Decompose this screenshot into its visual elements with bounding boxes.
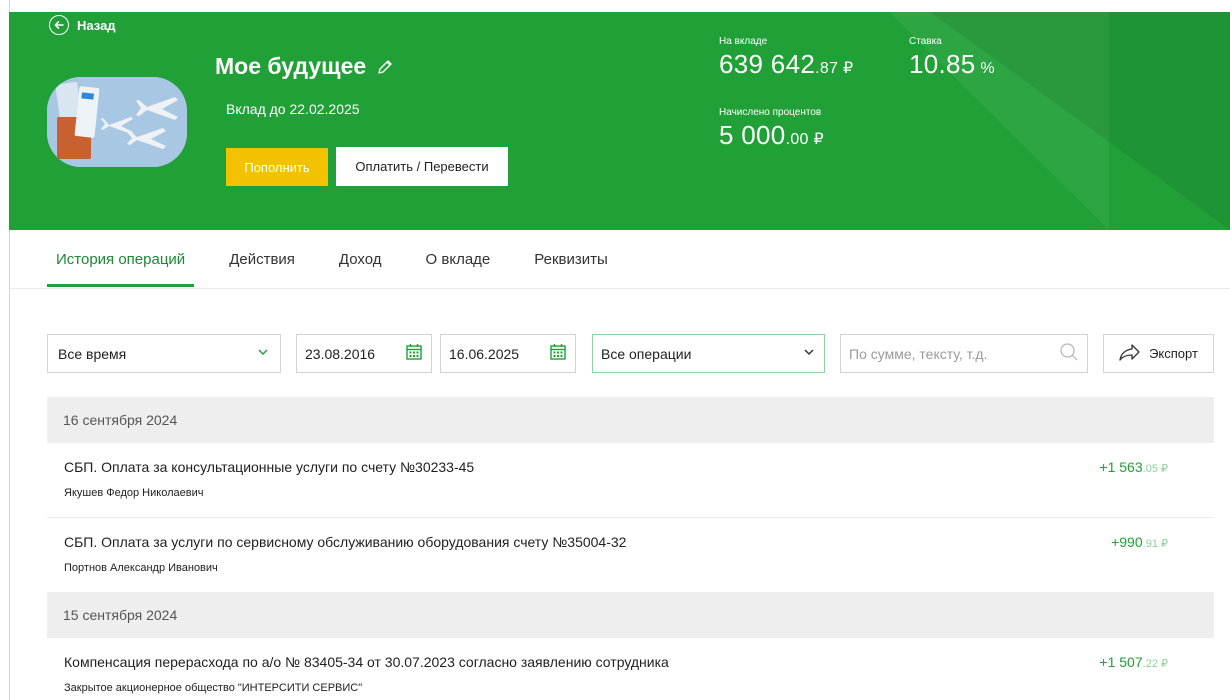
interest-value: 5 000.00 ₽	[719, 120, 824, 150]
operation-counterparty: Портнов Александр Иванович	[64, 562, 218, 574]
operations-select-value: Все операции	[601, 345, 692, 362]
tab-about[interactable]: О вкладе	[417, 231, 500, 287]
rate-label: Ставка	[909, 36, 942, 47]
tab-history[interactable]: История операций	[47, 231, 195, 287]
deposit-header: Назад Мое будущее Вклад до 22.02.2025 По…	[9, 12, 1230, 230]
operation-counterparty: Закрытое акционерное общество "ИНТЕРСИТИ…	[64, 682, 363, 694]
balance-stat: На вкладе 639 642.87 ₽	[719, 36, 853, 80]
date-from-value: 23.08.2016	[305, 345, 376, 362]
deposit-title: Мое будущее	[215, 53, 394, 80]
operation-title: Компенсация перерасхода по а/о № 83405-3…	[64, 654, 669, 670]
chevron-down-icon	[802, 345, 816, 362]
operation-row[interactable]: СБП. Оплата за консультационные услуги п…	[47, 443, 1214, 518]
date-to-value: 16.06.2025	[449, 345, 520, 362]
operation-title: СБП. Оплата за услуги по сервисному обсл…	[64, 534, 627, 550]
operation-title: СБП. Оплата за консультационные услуги п…	[64, 459, 475, 475]
operation-amount: +1 507.22 ₽	[1099, 654, 1168, 670]
period-select[interactable]: Все время	[47, 334, 281, 373]
tabs-divider	[10, 288, 1230, 289]
operation-amount: +1 563.05 ₽	[1099, 459, 1168, 475]
deposit-until-date: Вклад до 22.02.2025	[226, 101, 360, 117]
date-to-field[interactable]: 16.06.2025	[440, 334, 576, 373]
operations-select[interactable]: Все операции	[592, 334, 825, 373]
back-link[interactable]: Назад	[49, 15, 116, 35]
chevron-down-icon	[256, 345, 270, 362]
date-from-field[interactable]: 23.08.2016	[296, 334, 432, 373]
back-arrow-icon	[49, 15, 69, 35]
share-arrow-icon	[1119, 343, 1141, 364]
tab-actions[interactable]: Действия	[220, 231, 304, 287]
calendar-icon[interactable]	[549, 343, 567, 364]
balance-label: На вкладе	[719, 36, 768, 47]
export-label: Экспорт	[1149, 346, 1198, 361]
back-label: Назад	[77, 17, 116, 33]
date-group-header: 15 сентября 2024	[47, 592, 1214, 638]
search-icon[interactable]	[1059, 342, 1079, 365]
calendar-icon[interactable]	[405, 343, 423, 364]
top-up-button[interactable]: Пополнить	[226, 148, 328, 186]
period-select-value: Все время	[58, 345, 127, 362]
tabs: История операций Действия Доход О вкладе…	[47, 231, 643, 288]
rate-stat: Ставка 10.85 %	[909, 36, 995, 80]
page-title: Мое будущее	[215, 53, 367, 79]
search-field[interactable]	[840, 334, 1088, 373]
tab-requisites[interactable]: Реквизиты	[525, 231, 617, 287]
interest-label: Начислено процентов	[719, 107, 822, 118]
export-button[interactable]: Экспорт	[1103, 334, 1214, 373]
rate-value: 10.85 %	[909, 49, 995, 79]
pay-transfer-button[interactable]: Оплатить / Перевести	[336, 147, 508, 186]
operation-counterparty: Якушев Федор Николаевич	[64, 487, 204, 499]
operation-row[interactable]: СБП. Оплата за услуги по сервисному обсл…	[47, 518, 1214, 593]
operation-amount: +990.91 ₽	[1111, 534, 1168, 550]
tab-income[interactable]: Доход	[330, 231, 391, 287]
search-input[interactable]	[849, 345, 1049, 362]
balance-value: 639 642.87 ₽	[719, 49, 854, 79]
deposit-image	[47, 77, 187, 167]
date-group-header: 16 сентября 2024	[47, 397, 1214, 443]
edit-pencil-icon[interactable]	[376, 58, 394, 76]
interest-stat: Начислено процентов 5 000.00 ₽	[719, 107, 824, 151]
operation-row[interactable]: Компенсация перерасхода по а/о № 83405-3…	[47, 638, 1214, 700]
